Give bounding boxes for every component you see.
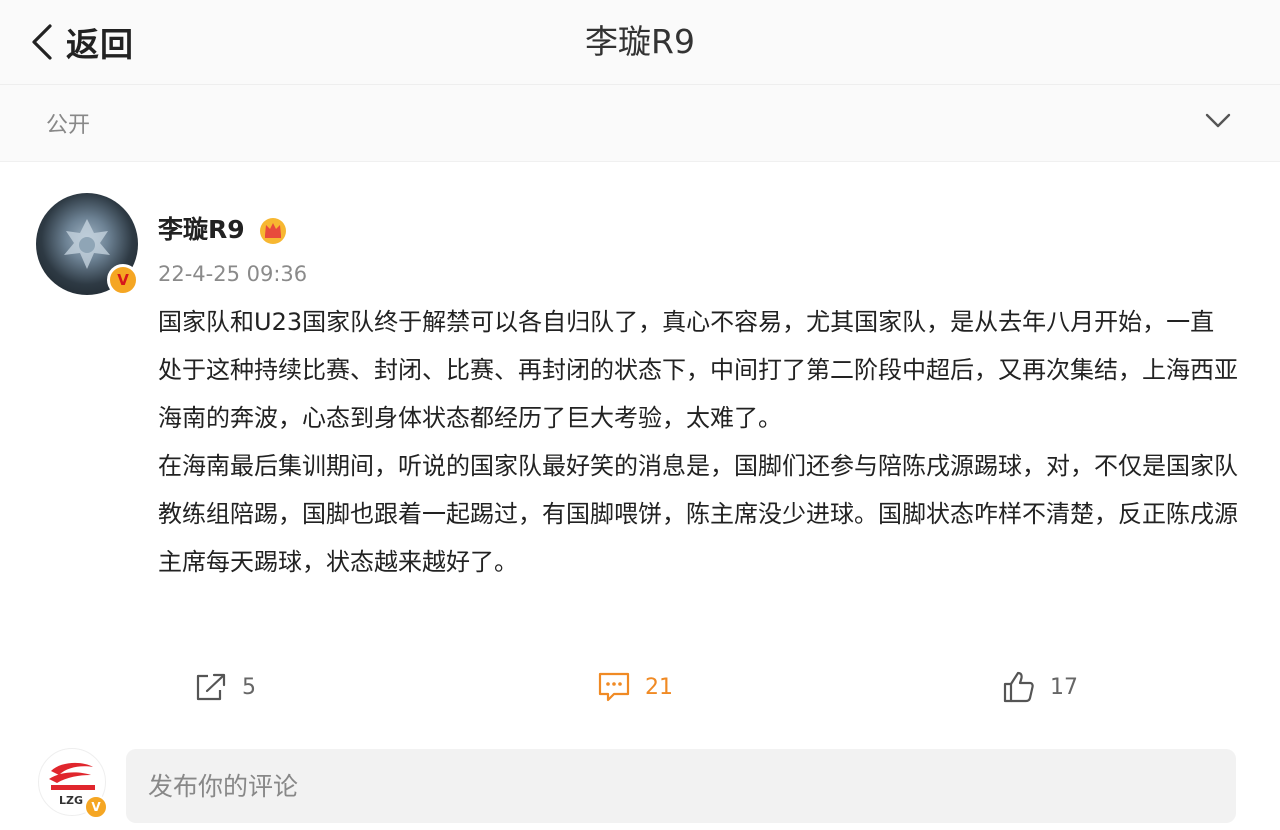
comment-icon: [598, 672, 630, 702]
thumbs-up-icon: [1003, 671, 1034, 703]
visibility-label: 公开: [46, 113, 91, 138]
top-nav-bar: 返回 李璇R9: [0, 0, 1280, 85]
crown-icon: [260, 218, 286, 244]
like-button[interactable]: 17: [1002, 662, 1078, 712]
share-count: 5: [242, 674, 256, 700]
verified-badge: V: [107, 264, 139, 296]
comment-count: 21: [645, 674, 673, 700]
post-body: 国家队和U23国家队终于解禁可以各自归队了，真心不容易，尤其国家队，是从去年八月…: [158, 298, 1238, 586]
post-paragraph: 国家队和U23国家队终于解禁可以各自归队了，真心不容易，尤其国家队，是从去年八月…: [158, 308, 1238, 432]
comment-button[interactable]: 21: [597, 662, 673, 712]
user-verified-badge: V: [84, 795, 108, 819]
like-count: 17: [1050, 674, 1078, 700]
author-name[interactable]: 李璇R9: [158, 210, 245, 250]
post-timestamp: 22-4-25 09:36: [158, 262, 308, 286]
comment-input[interactable]: [126, 749, 1236, 823]
visibility-selector[interactable]: 公开: [0, 85, 1280, 162]
share-icon: [196, 673, 226, 701]
post-paragraph: 在海南最后集训期间，听说的国家队最好笑的消息是，国脚们还参与陪陈戌源踢球，对，不…: [158, 452, 1238, 576]
avatar-text: LZG: [59, 794, 83, 807]
share-button[interactable]: 5: [194, 662, 256, 712]
chevron-down-icon[interactable]: [1205, 113, 1231, 129]
action-bar: 5 21 17: [0, 662, 1280, 712]
page-title: 李璇R9: [585, 22, 695, 61]
